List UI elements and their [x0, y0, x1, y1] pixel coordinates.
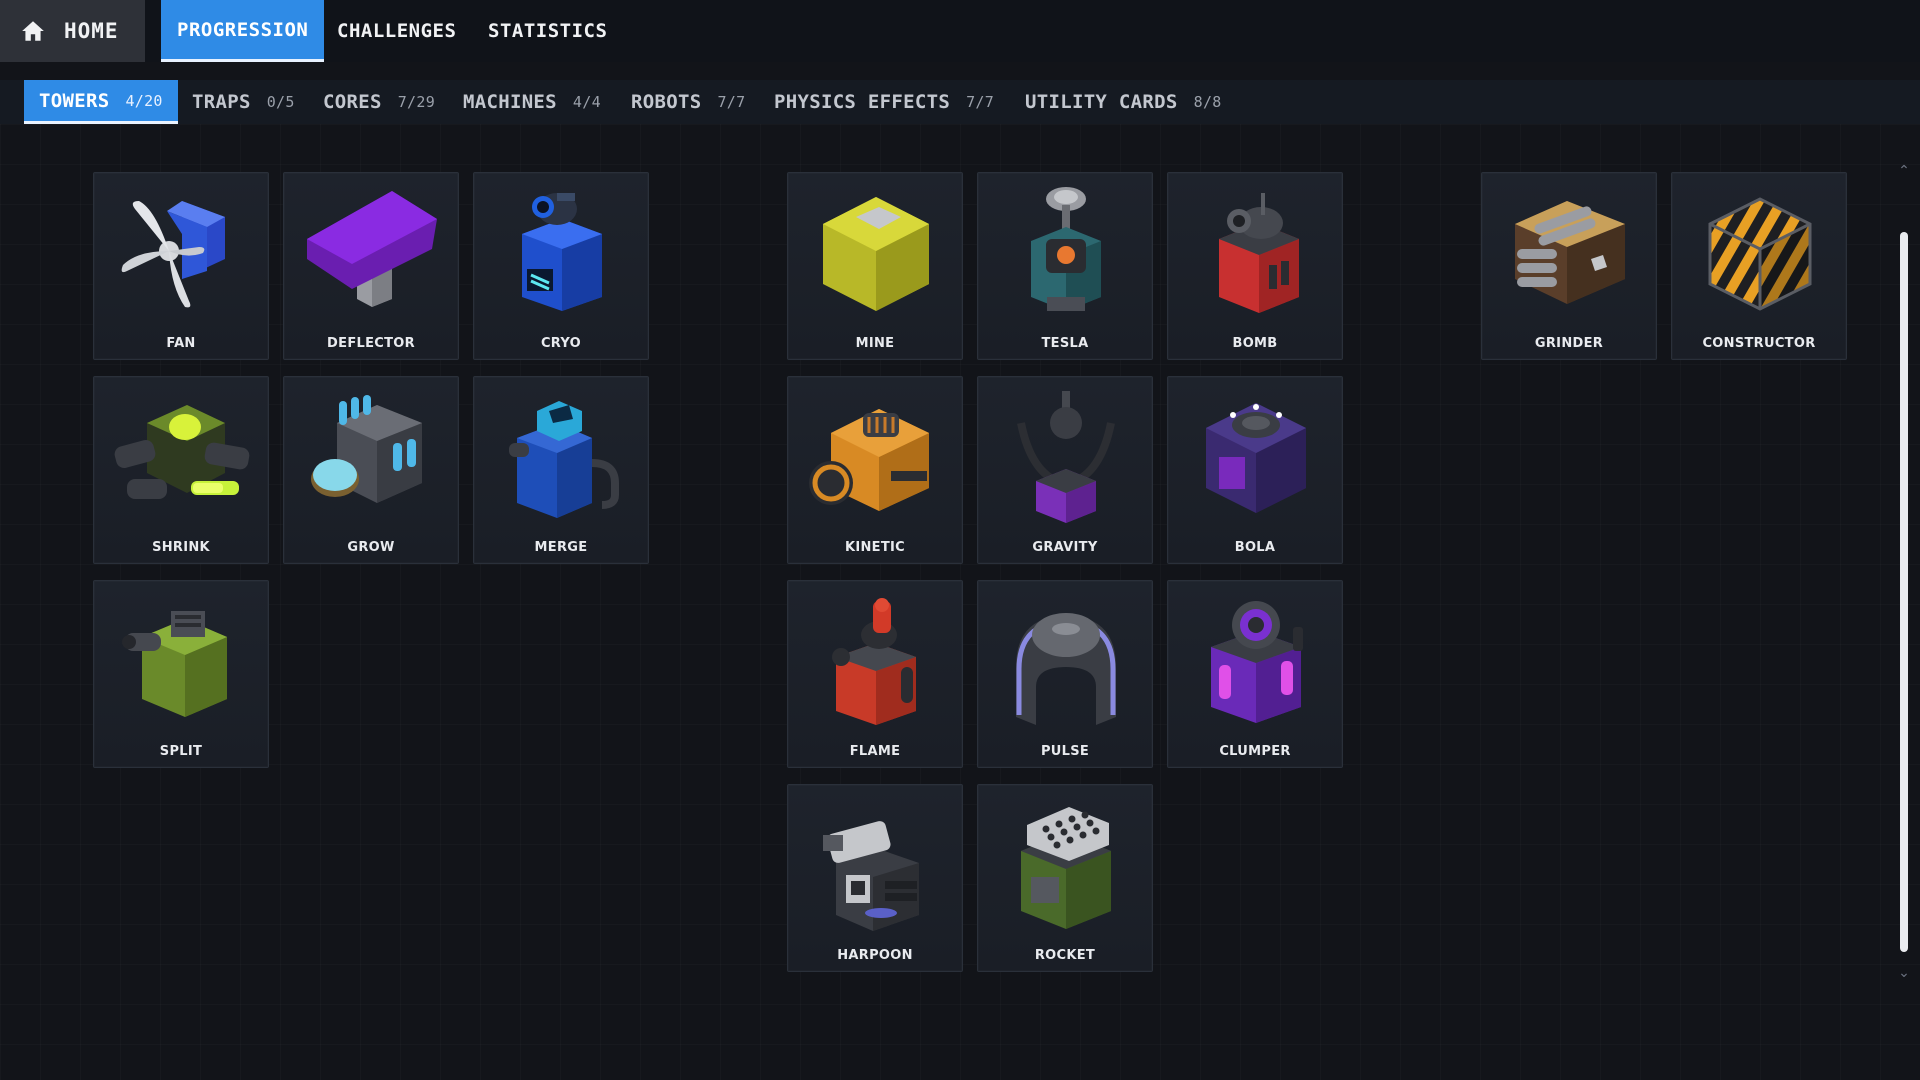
home-button[interactable]: HOME [0, 0, 145, 62]
tower-card-flame[interactable]: FLAME [787, 580, 963, 768]
tower-label: FLAME [849, 744, 901, 759]
merge-icon [509, 401, 619, 518]
scrollbar[interactable] [1900, 190, 1908, 952]
tower-card-pulse[interactable]: PULSE [977, 580, 1153, 768]
kinetic-icon [809, 409, 929, 511]
bomb-icon [1219, 193, 1299, 313]
tower-card-mine[interactable]: MINE [787, 172, 963, 360]
scrollbar-thumb[interactable] [1900, 232, 1908, 952]
tower-card-bomb[interactable]: BOMB [1167, 172, 1343, 360]
category-count: 0/5 [266, 93, 295, 111]
category-count: 4/4 [572, 93, 601, 111]
tower-label: HARPOON [837, 948, 913, 963]
tower-card-cryo[interactable]: CRYO [473, 172, 649, 360]
category-label: TRAPS [192, 91, 251, 113]
category-label: TOWERS [39, 89, 110, 112]
pulse-icon [1016, 613, 1116, 725]
tower-card-clumper[interactable]: CLUMPER [1167, 580, 1343, 768]
category-robots[interactable]: ROBOTS 7/7 [631, 80, 745, 124]
category-label: PHYSICS EFFECTS [774, 91, 951, 113]
tower-card-constructor[interactable]: CONSTRUCTOR [1671, 172, 1847, 360]
tower-label: BOMB [1232, 336, 1278, 351]
category-physics-effects[interactable]: PHYSICS EFFECTS 7/7 [774, 80, 994, 124]
tower-label: CONSTRUCTOR [1702, 336, 1816, 351]
category-count: 4/20 [125, 91, 163, 110]
cryo-icon [522, 193, 602, 311]
tower-label: ROCKET [1034, 948, 1096, 963]
tower-label: CRYO [540, 336, 582, 351]
gravity-icon [1017, 391, 1115, 523]
tower-card-gravity[interactable]: GRAVITY [977, 376, 1153, 564]
tower-card-split[interactable]: SPLIT [93, 580, 269, 768]
category-label: ROBOTS [631, 91, 702, 113]
tower-label: GRINDER [1534, 336, 1604, 351]
tower-card-grow[interactable]: GROW [283, 376, 459, 564]
tower-card-deflector[interactable]: DEFLECTOR [283, 172, 459, 360]
grinder-icon [1515, 201, 1625, 304]
tower-label: TESLA [1041, 336, 1089, 351]
tower-card-rocket[interactable]: ROCKET [977, 784, 1153, 972]
split-icon [122, 611, 227, 717]
tower-label: KINETIC [844, 540, 906, 555]
top-navigation-bar: HOME PROGRESSION CHALLENGES STATISTICS [0, 0, 1920, 62]
tower-card-kinetic[interactable]: KINETIC [787, 376, 963, 564]
grow-icon [311, 395, 422, 503]
tower-label: FAN [166, 336, 196, 351]
tower-label: CLUMPER [1219, 744, 1291, 759]
flame-icon [832, 598, 916, 725]
constructor-icon [1708, 197, 1812, 311]
category-cores[interactable]: CORES 7/29 [323, 80, 435, 124]
category-label: MACHINES [463, 91, 557, 113]
mine-icon [823, 197, 929, 311]
tab-challenges-label: CHALLENGES [337, 20, 457, 42]
tower-label: GROW [347, 540, 395, 555]
category-count: 7/29 [397, 93, 436, 111]
category-machines[interactable]: MACHINES 4/4 [463, 80, 601, 124]
tower-label: SPLIT [159, 744, 203, 759]
tower-card-grinder[interactable]: GRINDER [1481, 172, 1657, 360]
scroll-down-arrow-icon[interactable]: ⌄ [1895, 966, 1913, 980]
tesla-icon [1031, 187, 1101, 311]
tower-label: PULSE [1040, 744, 1090, 759]
tower-label: BOLA [1234, 540, 1276, 555]
category-label: CORES [323, 91, 382, 113]
home-icon [22, 21, 44, 41]
home-label: HOME [64, 19, 119, 43]
fan-icon [121, 201, 225, 308]
tower-card-fan[interactable]: FAN [93, 172, 269, 360]
category-utility-cards[interactable]: UTILITY CARDS 8/8 [1025, 80, 1222, 124]
deflector-icon [307, 191, 437, 307]
shrink-icon [114, 405, 250, 499]
tower-card-harpoon[interactable]: HARPOON [787, 784, 963, 972]
bola-icon [1206, 403, 1306, 513]
tower-label: MERGE [534, 540, 588, 555]
tower-label: DEFLECTOR [327, 336, 415, 351]
category-towers[interactable]: TOWERS 4/20 [24, 80, 178, 124]
scroll-up-arrow-icon[interactable]: ⌃ [1895, 164, 1913, 178]
tower-card-bola[interactable]: BOLA [1167, 376, 1343, 564]
tower-label: GRAVITY [1032, 540, 1098, 555]
tab-statistics-label: STATISTICS [488, 20, 608, 42]
tower-label: MINE [855, 336, 895, 351]
tower-card-merge[interactable]: MERGE [473, 376, 649, 564]
tower-label: SHRINK [152, 540, 210, 555]
rocket-icon [1021, 807, 1111, 929]
category-label: UTILITY CARDS [1025, 91, 1178, 113]
category-count: 7/7 [717, 93, 746, 111]
tower-card-shrink[interactable]: SHRINK [93, 376, 269, 564]
tab-statistics[interactable]: STATISTICS [488, 0, 607, 62]
harpoon-icon [823, 821, 919, 931]
category-count: 8/8 [1193, 93, 1222, 111]
category-traps[interactable]: TRAPS 0/5 [192, 80, 295, 124]
category-count: 7/7 [966, 93, 995, 111]
tab-progression-label: PROGRESSION [177, 18, 309, 41]
clumper-icon [1211, 601, 1303, 723]
tab-challenges[interactable]: CHALLENGES [337, 0, 456, 62]
category-bar: TOWERS 4/20 TRAPS 0/5 CORES 7/29 MACHINE… [0, 80, 1920, 124]
tower-card-tesla[interactable]: TESLA [977, 172, 1153, 360]
tab-progression[interactable]: PROGRESSION [161, 0, 325, 62]
